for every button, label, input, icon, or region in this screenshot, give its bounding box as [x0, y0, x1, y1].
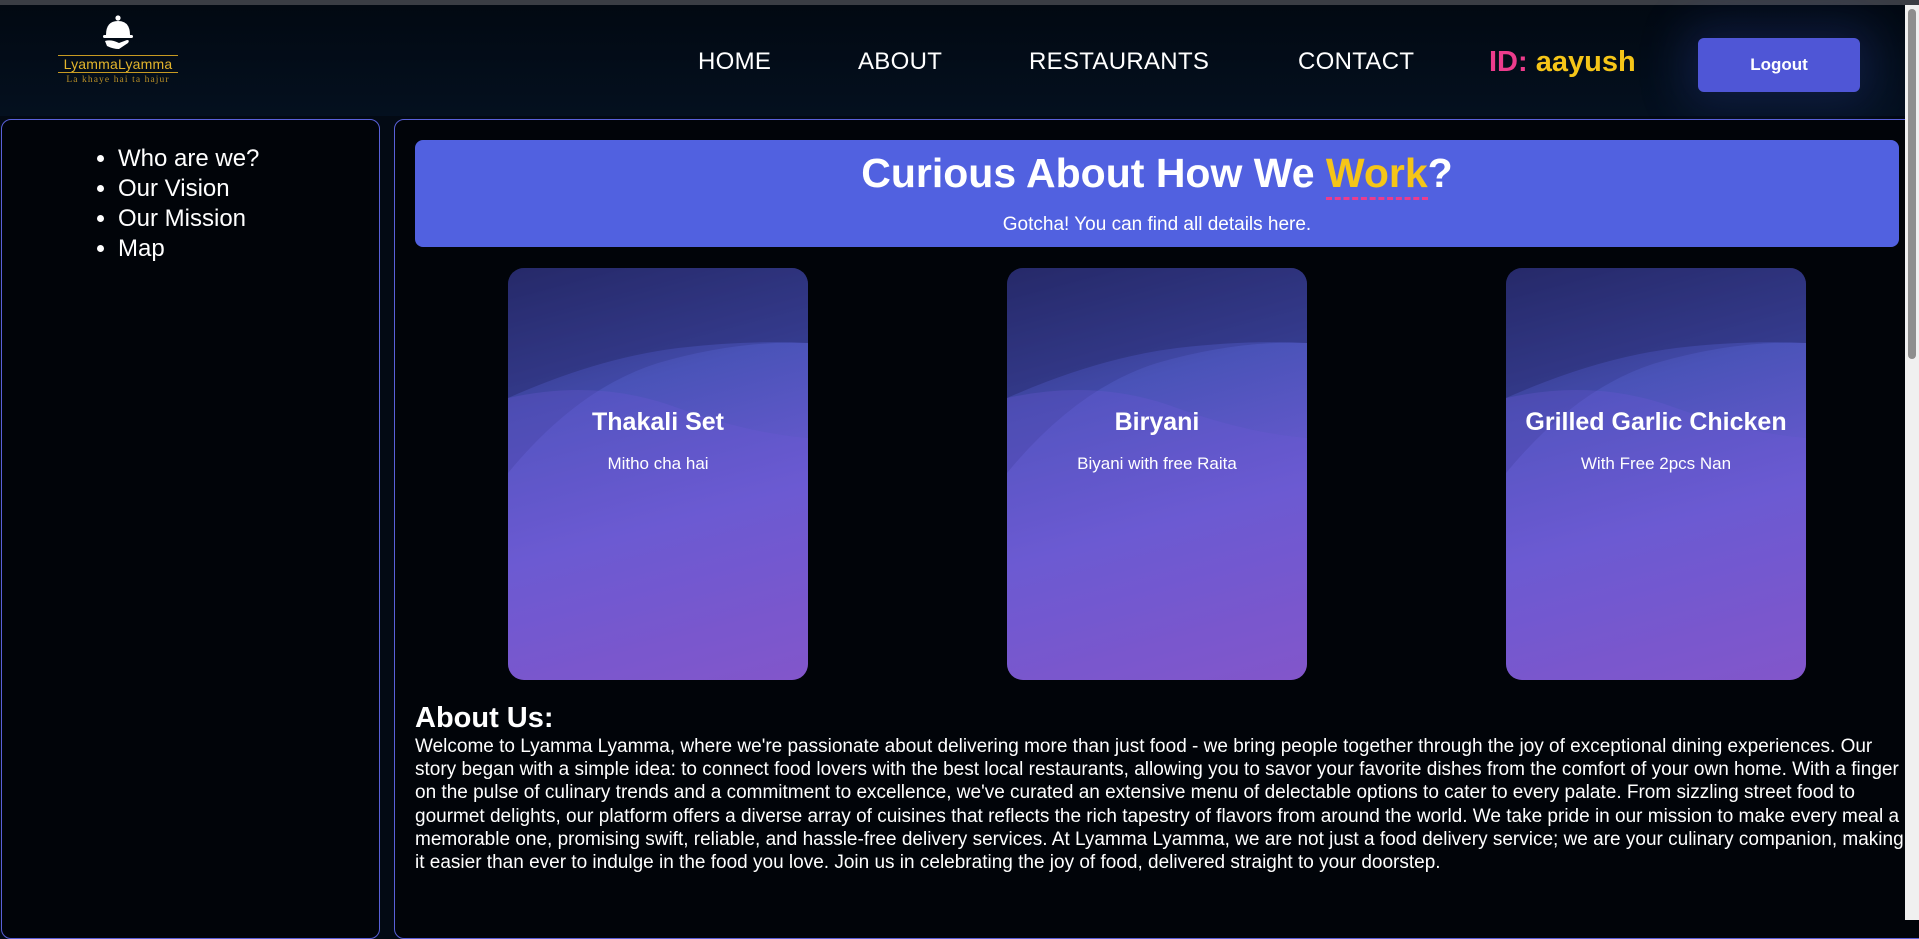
- sidebar-list: Who are we? Our Vision Our Mission Map: [96, 144, 259, 264]
- hero-title-prefix: Curious About How We: [861, 150, 1326, 196]
- page-scrollbar[interactable]: [1905, 5, 1919, 920]
- card-subtitle: Biyani with free Raita: [1077, 454, 1237, 473]
- sidebar-item-our-vision[interactable]: Our Vision: [96, 174, 259, 204]
- hero-subtitle: Gotcha! You can find all details here.: [1002, 214, 1312, 235]
- food-card-grilled-garlic-chicken[interactable]: Grilled Garlic Chicken With Free 2pcs Na…: [1506, 268, 1806, 680]
- food-card-biryani[interactable]: Biryani Biyani with free Raita: [1007, 268, 1307, 680]
- cloche-with-hand-icon: [103, 15, 133, 49]
- brand-tagline: La khaye hai ta hajur: [66, 75, 170, 85]
- nav-about[interactable]: ABOUT: [858, 48, 942, 76]
- user-id-value: aayush: [1535, 46, 1636, 78]
- user-id: ID: aayush: [1489, 46, 1636, 79]
- about-heading: About Us:: [415, 702, 554, 734]
- card-title: Biryani: [1114, 408, 1200, 436]
- card-subtitle: Mitho cha hai: [607, 454, 709, 473]
- sidebar: Who are we? Our Vision Our Mission Map: [1, 119, 380, 939]
- brand-logo[interactable]: LyammaLyamma La khaye hai ta hajur: [58, 13, 178, 95]
- scrollbar-thumb[interactable]: [1908, 9, 1916, 359]
- brand-name: LyammaLyamma: [58, 55, 178, 73]
- hero-title: Curious About How We Work?: [415, 150, 1899, 200]
- card-wave-decoration: [1506, 268, 1806, 680]
- card-wave-decoration: [508, 268, 808, 680]
- sidebar-item-our-mission[interactable]: Our Mission: [96, 204, 259, 234]
- user-id-label: ID:: [1489, 46, 1528, 78]
- nav-home[interactable]: HOME: [698, 48, 771, 76]
- main-panel: Curious About How We Work? Gotcha! You c…: [394, 119, 1919, 939]
- hero-banner: Curious About How We Work? Gotcha! You c…: [415, 140, 1899, 247]
- card-title: Grilled Garlic Chicken: [1525, 408, 1787, 436]
- food-card-thakali-set[interactable]: Thakali Set Mitho cha hai: [508, 268, 808, 680]
- sidebar-item-who-are-we[interactable]: Who are we?: [96, 144, 259, 174]
- site-header: LyammaLyamma La khaye hai ta hajur HOME …: [0, 5, 1919, 116]
- card-wave-decoration: [1007, 268, 1307, 680]
- nav-restaurants[interactable]: RESTAURANTS: [1029, 48, 1209, 76]
- hero-title-highlight: Work: [1325, 150, 1428, 200]
- card-title: Thakali Set: [592, 408, 724, 436]
- logout-button[interactable]: Logout: [1698, 38, 1860, 92]
- card-subtitle: With Free 2pcs Nan: [1580, 454, 1732, 473]
- nav-contact[interactable]: CONTACT: [1298, 48, 1414, 76]
- about-text: Welcome to Lyamma Lyamma, where we're pa…: [415, 736, 1904, 874]
- hero-title-suffix: ?: [1427, 150, 1453, 196]
- sidebar-item-map[interactable]: Map: [96, 234, 259, 264]
